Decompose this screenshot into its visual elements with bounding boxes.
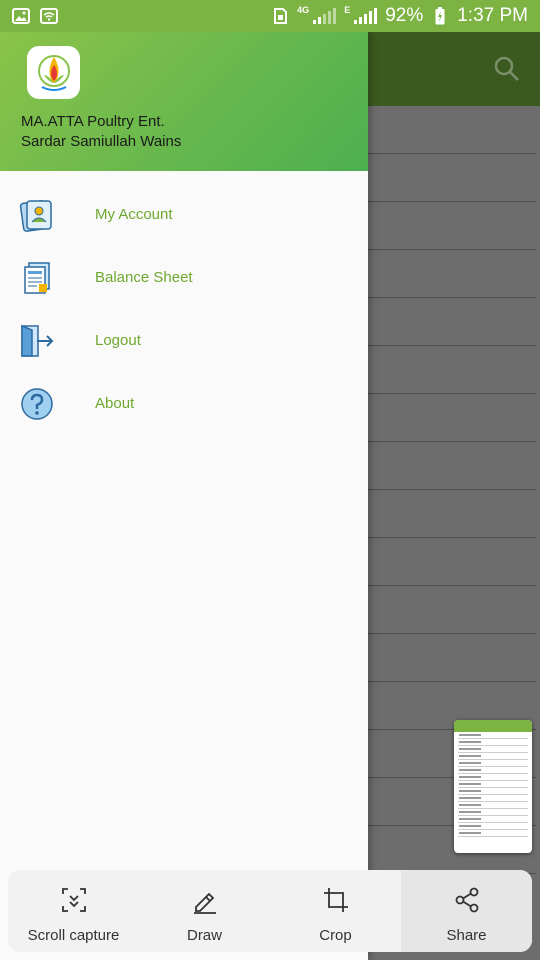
thumbnail-row (458, 753, 528, 760)
wifi-icon (40, 7, 58, 25)
signal-icon (313, 8, 337, 24)
thumbnail-row (458, 781, 528, 788)
list-item (368, 298, 536, 346)
signal-icon (354, 8, 378, 24)
menu-item-label: Logout (95, 332, 141, 349)
network-type-secondary: E (344, 5, 351, 15)
battery-icon (431, 7, 449, 25)
thumbnail-row (458, 739, 528, 746)
thumbnail-row (458, 774, 528, 781)
action-label: Crop (319, 927, 352, 944)
action-label: Scroll capture (27, 927, 120, 944)
thumbnail-row (458, 795, 528, 802)
menu-item-about[interactable]: About (0, 372, 368, 435)
drawer-menu: My Account Balance Sheet Logout About (0, 171, 368, 435)
status-bar: 4G E 92% 1:37 PM (0, 0, 540, 32)
sim-icon (271, 7, 289, 25)
list-item (368, 634, 536, 682)
thumbnail-row (458, 760, 528, 767)
navigation-drawer: MA.ATTA Poultry Ent. Sardar Samiullah Wa… (0, 32, 368, 960)
thumbnail-row (458, 767, 528, 774)
share-button[interactable]: Share (401, 870, 532, 952)
document-icon (19, 260, 55, 296)
list-item (368, 394, 536, 442)
help-icon (19, 386, 55, 422)
crop-icon (322, 886, 350, 919)
crop-button[interactable]: Crop (270, 870, 401, 952)
thumbnail-row (458, 823, 528, 830)
action-label: Share (446, 927, 487, 944)
action-label: Draw (186, 927, 222, 944)
drawer-header: MA.ATTA Poultry Ent. Sardar Samiullah Wa… (0, 32, 368, 171)
list-item (368, 154, 536, 202)
thumbnail-row (458, 802, 528, 809)
business-name: MA.ATTA Poultry Ent. (21, 113, 165, 130)
search-icon[interactable] (494, 56, 520, 82)
list-item (368, 442, 536, 490)
thumbnail-row (458, 788, 528, 795)
list-item (368, 106, 536, 154)
pencil-icon (191, 886, 219, 919)
app-logo (27, 46, 80, 99)
screenshot-action-bar: Scroll capture Draw Crop Share (8, 870, 532, 952)
thumbnail-row (458, 746, 528, 753)
thumbnail-row (458, 816, 528, 823)
menu-item-label: Balance Sheet (95, 269, 193, 286)
menu-item-logout[interactable]: Logout (0, 309, 368, 372)
battery-percent: 92% (385, 5, 424, 26)
user-name: Sardar Samiullah Wains (21, 133, 182, 150)
menu-item-label: About (95, 395, 135, 412)
thumbnail-row (458, 830, 528, 837)
thumbnail-toolbar (454, 720, 532, 732)
share-icon (453, 886, 481, 919)
logout-door-icon (19, 323, 55, 359)
scroll-capture-button[interactable]: Scroll capture (8, 870, 139, 952)
thumbnail-row (458, 809, 528, 816)
list-item (368, 490, 536, 538)
list-item (368, 586, 536, 634)
list-item (368, 250, 536, 298)
draw-button[interactable]: Draw (139, 870, 270, 952)
network-type: 4G (297, 5, 310, 15)
id-card-icon (19, 197, 55, 233)
list-item (368, 346, 536, 394)
list-item (368, 202, 536, 250)
scroll-capture-icon (60, 886, 88, 919)
clock: 1:37 PM (457, 5, 528, 26)
menu-item-label: My Account (95, 206, 173, 223)
menu-item-my-account[interactable]: My Account (0, 183, 368, 246)
menu-item-balance-sheet[interactable]: Balance Sheet (0, 246, 368, 309)
screenshot-thumbnail[interactable] (454, 720, 532, 853)
image-icon (12, 7, 30, 25)
list-item (368, 538, 536, 586)
thumbnail-row (458, 732, 528, 739)
